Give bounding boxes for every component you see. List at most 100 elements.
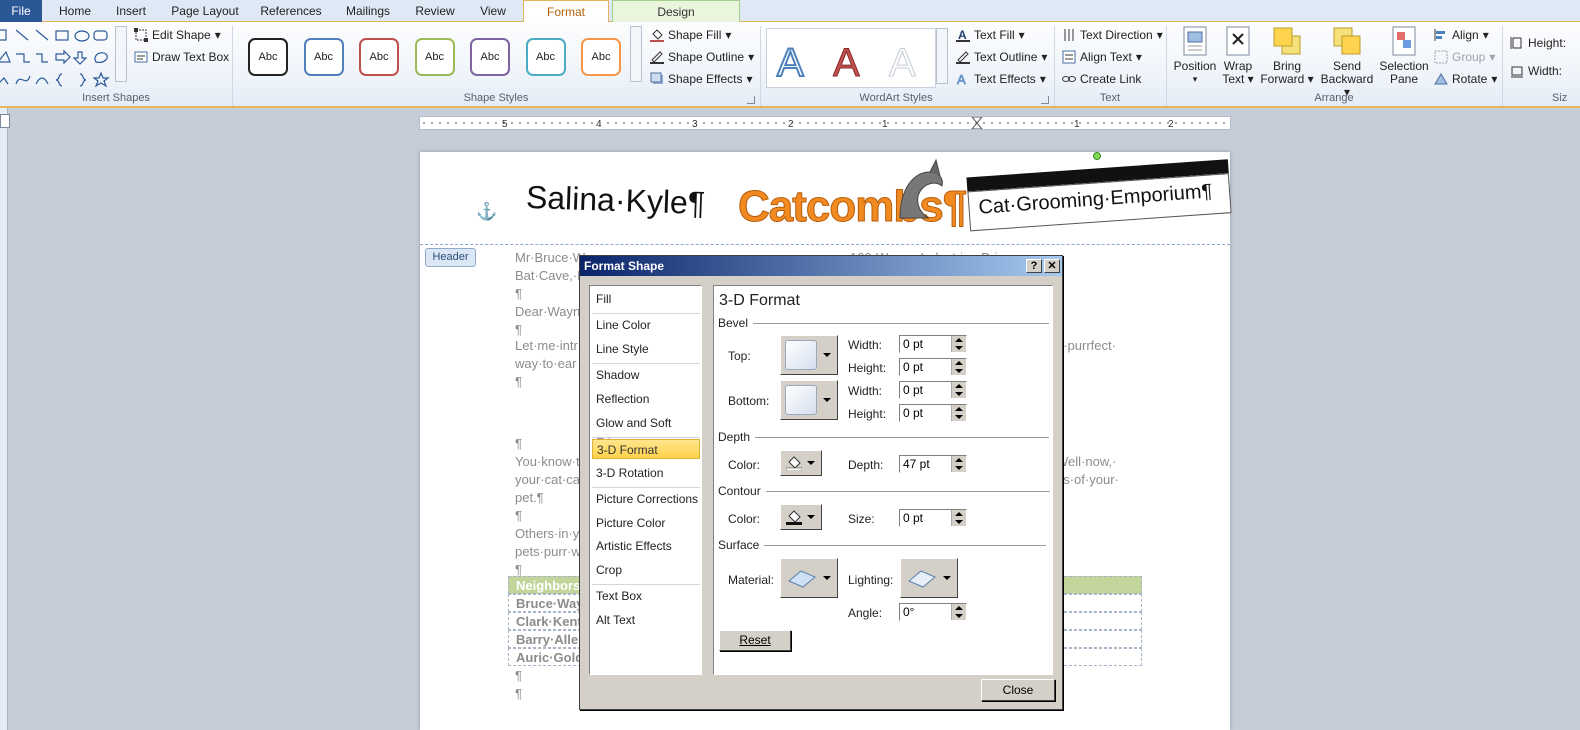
draw-text-box-button[interactable]: Draw Text Box <box>134 50 229 64</box>
body-line[interactable]: pets·purr·w <box>515 544 581 559</box>
depth-stepper[interactable]: 47 pt <box>899 455 967 473</box>
close-icon[interactable]: ✕ <box>1044 259 1060 273</box>
shape-fill-button[interactable]: Shape Fill ▾ <box>650 28 731 42</box>
bevel-top-picker[interactable] <box>780 335 838 375</box>
angle-stepper[interactable]: 0° <box>899 603 967 621</box>
body-line[interactable]: ¶ <box>515 322 522 337</box>
indent-marker[interactable] <box>970 116 984 130</box>
body-fragment[interactable]: ds·of·your· <box>1056 472 1119 487</box>
wordart-gallery[interactable]: A A A <box>766 28 936 88</box>
category-3-d-format[interactable]: 3-D Format <box>592 439 700 459</box>
bevel-bottom-width-stepper[interactable]: 0 pt <box>899 381 967 399</box>
tab-format[interactable]: Format <box>523 0 609 23</box>
vertical-ruler[interactable] <box>0 108 8 730</box>
category-shadow[interactable]: Shadow <box>592 365 700 385</box>
tab-review[interactable]: Review <box>408 0 462 22</box>
category-reflection[interactable]: Reflection <box>592 389 700 409</box>
bevel-top-width-stepper[interactable]: 0 pt <box>899 335 967 353</box>
body-line[interactable]: pet.¶ <box>515 490 544 505</box>
body-line[interactable]: You·know·t <box>515 454 580 469</box>
body-line[interactable]: way·to·ear <box>515 356 576 371</box>
category-fill[interactable]: Fill <box>592 289 700 309</box>
bevel-top-height-stepper[interactable]: 0 pt <box>899 358 967 376</box>
category-glow-and-soft-edges[interactable]: Glow and Soft Edges <box>592 413 700 450</box>
text-box-shape[interactable]: Cat·Grooming·Emporium¶ <box>966 159 1239 232</box>
rotation-handle[interactable] <box>1093 152 1101 160</box>
text-fill-button[interactable]: A Text Fill ▾ <box>956 28 1025 42</box>
body-line[interactable]: your·cat·ca <box>515 472 580 487</box>
material-picker[interactable] <box>780 558 838 598</box>
body-line[interactable]: ¶ <box>515 286 522 301</box>
body-line[interactable]: Dear·Wayn <box>515 304 580 319</box>
height-control[interactable]: Height: <box>1510 36 1566 50</box>
shape-effects-button[interactable]: Shape Effects ▾ <box>650 72 753 86</box>
wrap-text-button[interactable]: Wrap Text ▾ <box>1218 26 1258 86</box>
wordart-dialog-launcher[interactable] <box>1041 96 1049 104</box>
reset-button[interactable]: Reset <box>719 630 791 651</box>
shape-style-gallery[interactable]: Abc Abc Abc Abc Abc Abc Abc <box>238 22 628 90</box>
close-button[interactable]: Close <box>981 679 1055 701</box>
help-button[interactable]: ? <box>1026 259 1042 273</box>
shape-style-sample[interactable]: Abc <box>581 38 621 76</box>
contour-color-picker[interactable] <box>780 504 822 530</box>
bevel-bottom-height-stepper[interactable]: 0 pt <box>899 404 967 422</box>
ruler-toggle-button[interactable] <box>0 114 10 128</box>
horizontal-ruler[interactable]: 5 4 3 2 1 1 2 <box>419 116 1231 130</box>
category-line-style[interactable]: Line Style <box>592 339 700 359</box>
body-line[interactable]: Let·me·intr <box>515 338 578 353</box>
shape-styles-scroll[interactable] <box>630 26 642 82</box>
tab-references[interactable]: References <box>254 0 328 22</box>
edit-shape-button[interactable]: Edit Shape ▾ <box>134 28 221 42</box>
rotate-button[interactable]: Rotate ▾ <box>1434 72 1497 86</box>
text-outline-button[interactable]: Text Outline ▾ <box>956 50 1047 64</box>
tab-file[interactable]: File <box>0 0 42 22</box>
category-text-box[interactable]: Text Box <box>592 586 700 606</box>
shapes-gallery-scroll[interactable] <box>115 26 127 82</box>
wordart-style-3[interactable]: A <box>889 43 917 84</box>
shape-style-sample[interactable]: Abc <box>303 38 344 76</box>
shape-style-sample[interactable]: Abc <box>470 38 510 76</box>
tab-home[interactable]: Home <box>50 0 100 22</box>
tab-design[interactable]: Design <box>612 0 740 22</box>
depth-color-picker[interactable] <box>780 450 822 476</box>
wordart-scroll[interactable] <box>936 28 948 84</box>
shape-style-sample[interactable]: Abc <box>359 38 399 76</box>
dialog-title-bar[interactable]: Format Shape ? ✕ <box>580 256 1062 276</box>
body-line[interactable]: ¶ <box>515 562 522 577</box>
header-tag[interactable]: Header <box>425 248 476 267</box>
category-picture-color[interactable]: Picture Color <box>592 513 700 533</box>
shape-styles-dialog-launcher[interactable] <box>747 96 755 104</box>
category-alt-text[interactable]: Alt Text <box>592 610 700 630</box>
body-fragment[interactable]: Well·now,· <box>1056 454 1116 469</box>
sender-name[interactable]: Salina·Kyle¶ <box>525 179 705 222</box>
wordart-style-2[interactable]: A <box>833 43 861 84</box>
contour-size-stepper[interactable]: 0 pt <box>899 509 967 527</box>
bring-forward-button[interactable]: Bring Forward ▾ <box>1260 26 1314 86</box>
body-line[interactable]: Others·in·y <box>515 526 579 541</box>
bevel-bottom-picker[interactable] <box>780 380 838 420</box>
text-effects-button[interactable]: A Text Effects ▾ <box>956 72 1046 88</box>
shape-style-sample[interactable]: Abc <box>414 38 455 76</box>
position-button[interactable]: Position ▾ <box>1172 26 1218 86</box>
body-line[interactable]: ¶ <box>515 508 522 523</box>
shape-outline-button[interactable]: Shape Outline ▾ <box>650 50 754 64</box>
selection-pane-button[interactable]: Selection Pane <box>1378 26 1430 86</box>
category-3-d-rotation[interactable]: 3-D Rotation <box>592 463 700 483</box>
shape-style-sample[interactable]: Abc <box>525 38 566 76</box>
category-picture-corrections[interactable]: Picture Corrections <box>592 489 700 509</box>
tab-view[interactable]: View <box>470 0 516 22</box>
category-artistic-effects[interactable]: Artistic Effects <box>592 536 700 556</box>
shape-style-sample[interactable]: Abc <box>248 38 288 76</box>
create-link-button[interactable]: Create Link <box>1062 72 1141 86</box>
text-direction-button[interactable]: Text Direction ▾ <box>1062 28 1163 42</box>
send-backward-button[interactable]: Send Backward ▾ <box>1316 26 1378 99</box>
tab-page-layout[interactable]: Page Layout <box>166 0 244 22</box>
anchor-icon[interactable]: ⚓ <box>476 202 497 222</box>
category-crop[interactable]: Crop <box>592 560 700 580</box>
lighting-picker[interactable] <box>900 558 958 598</box>
width-control[interactable]: Width: <box>1510 64 1562 78</box>
body-line[interactable]: Bat·Cave,·N <box>515 268 587 283</box>
shapes-gallery[interactable] <box>0 28 112 88</box>
body-line[interactable]: ¶ <box>515 436 522 451</box>
group-button[interactable]: Group ▾ <box>1434 50 1495 64</box>
